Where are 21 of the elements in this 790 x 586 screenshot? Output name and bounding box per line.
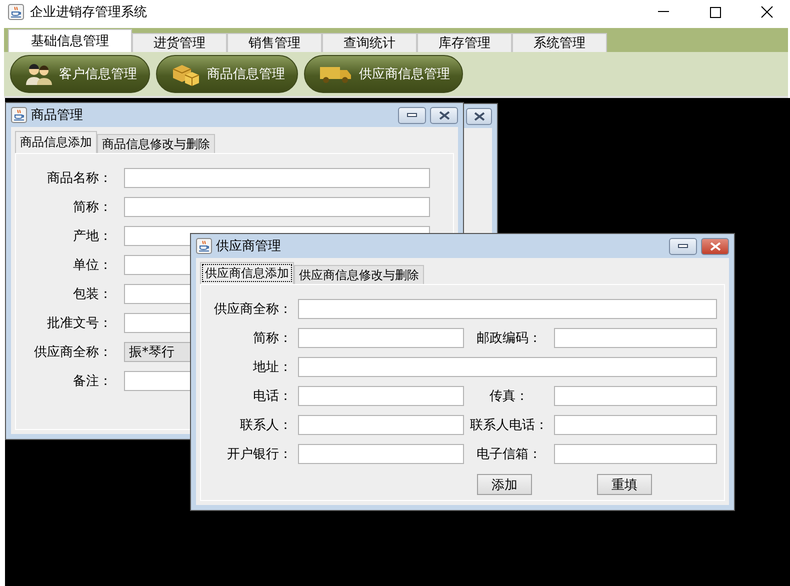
field-label: 联系人： [239,417,292,434]
window-title: 供应商管理 [216,238,282,255]
field-label: 批准文号： [46,315,112,332]
window-title: 企业进销存管理系统 [30,4,148,21]
field-label: 商品名称： [46,170,112,187]
window-title: 商品管理 [31,107,84,124]
field-label: 联系人电话： [470,417,548,434]
field-label: 地址： [252,359,292,376]
field-label: 传真： [488,388,530,405]
field-label: 简称： [72,199,112,216]
field-label: 电子信箱： [476,446,542,463]
field-label: 供应商全称： [33,344,112,361]
field-label: 供应商全称： [213,301,292,318]
field-label: 邮政编码： [476,330,542,347]
field-label: 单位： [72,257,112,274]
field-label: 简称： [252,330,292,347]
field-label: 包装： [72,286,112,303]
field-label: 产地： [72,228,112,245]
field-label: 开户银行： [226,446,292,463]
field-label: 电话： [252,388,292,405]
field-label: 备注： [72,373,112,390]
